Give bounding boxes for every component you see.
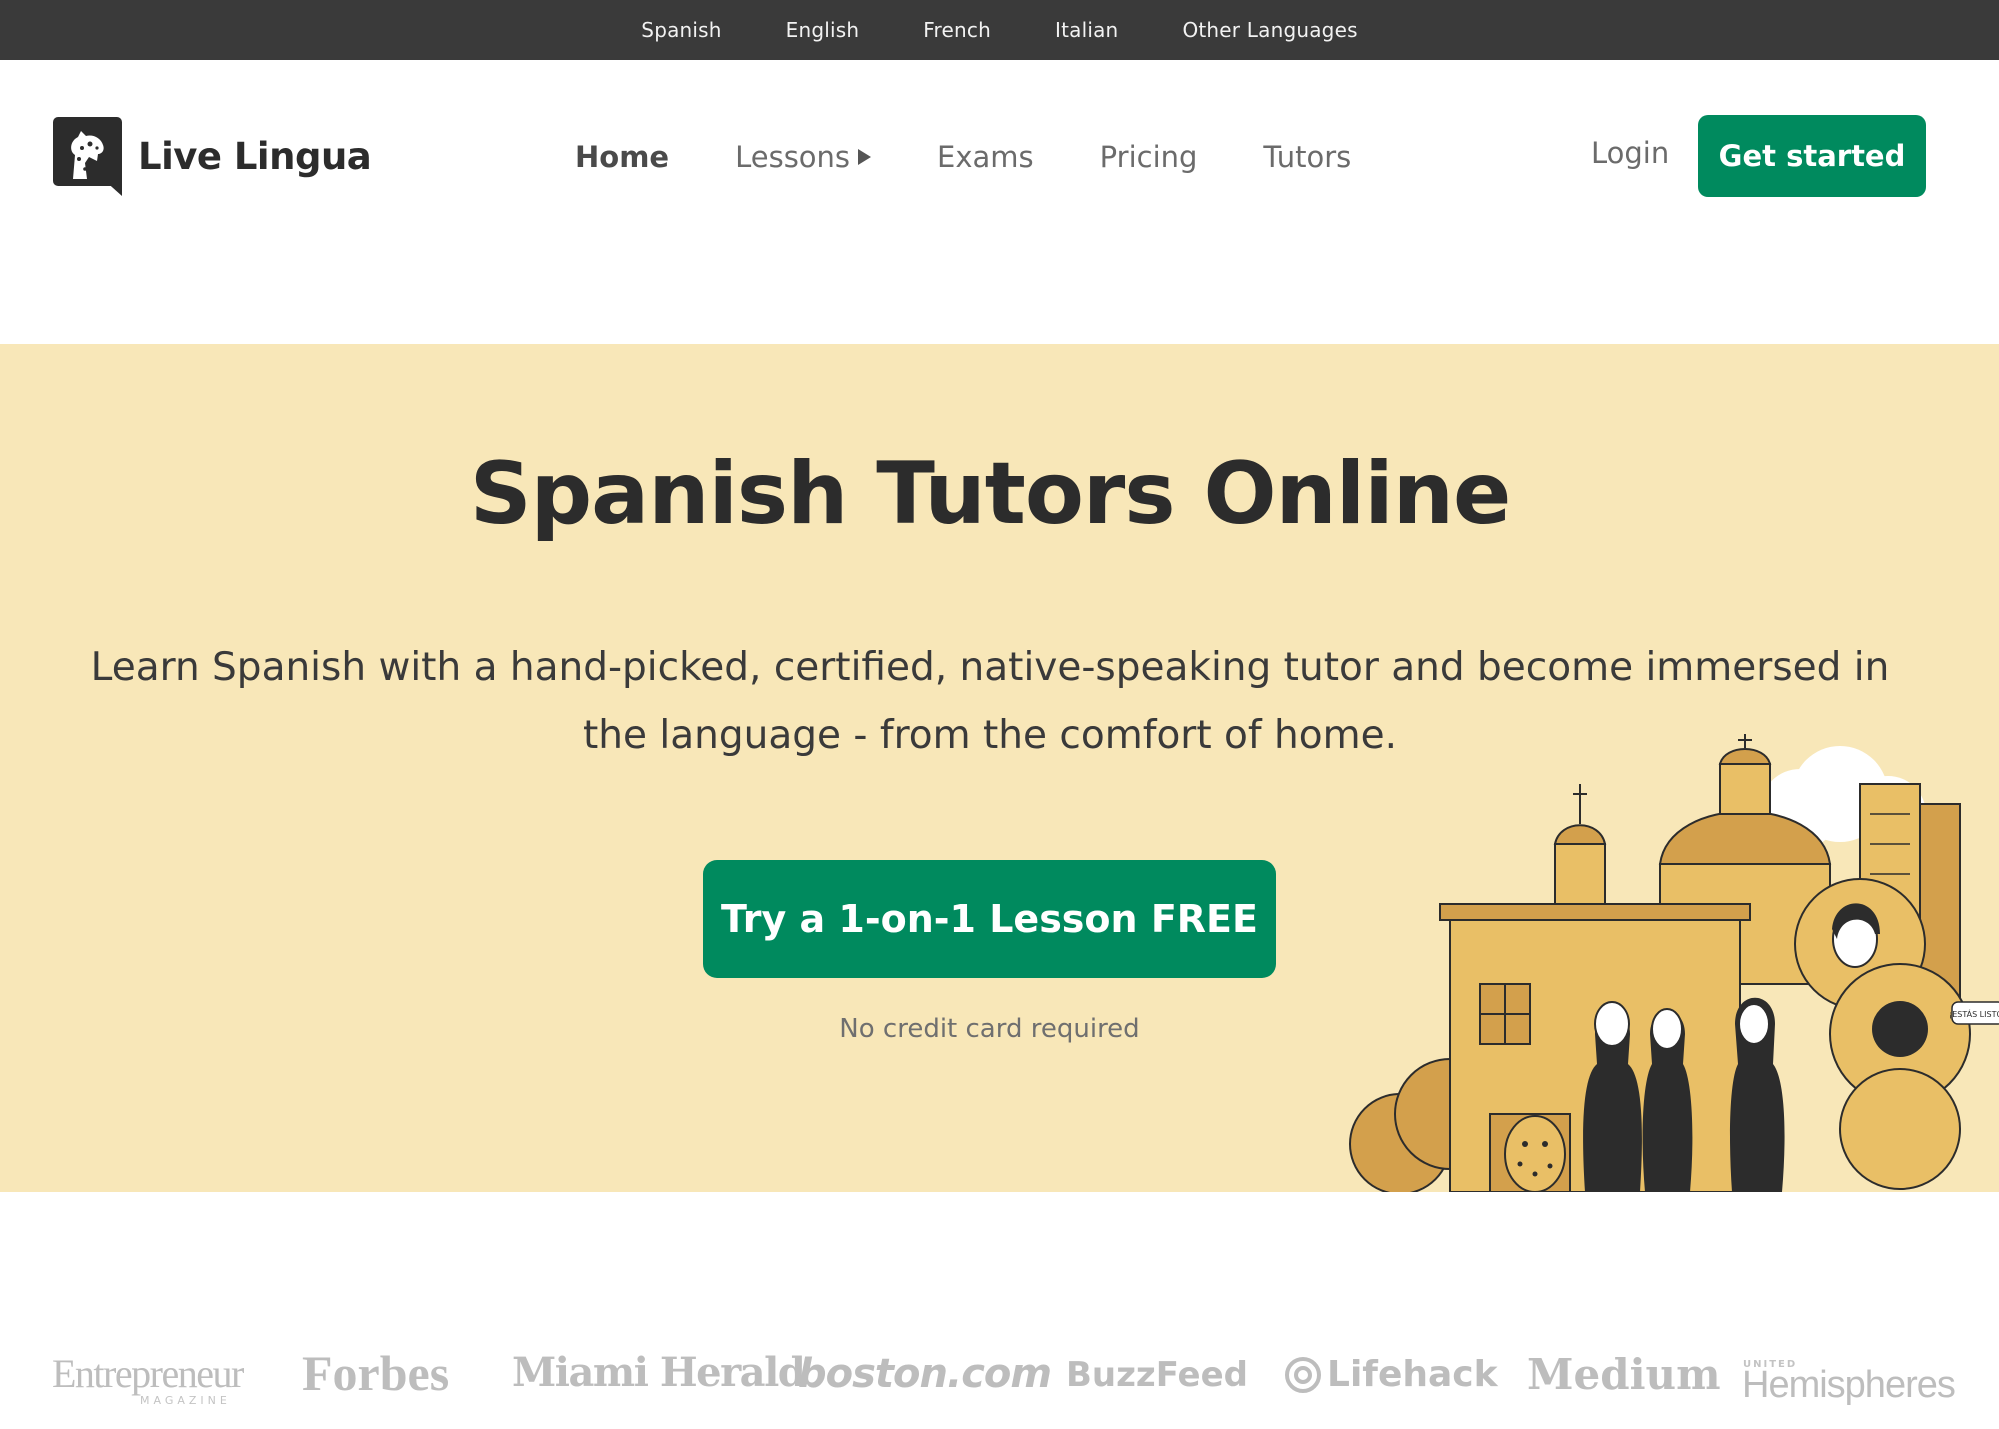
city-people-illustration: ¡ESTÁS LISTO? — [1349, 734, 1999, 1192]
language-link-french[interactable]: French — [923, 18, 991, 42]
press-logo-hemispheres: Hemispheres — [1742, 1364, 1956, 1406]
site-header: Live Lingua Home Lessons Exams Pricing T… — [0, 60, 1999, 344]
speech-bubble-text: ¡ESTÁS LISTO? — [1949, 1008, 1999, 1019]
free-lesson-button[interactable]: Try a 1-on-1 Lesson FREE — [703, 860, 1276, 978]
press-logo-buzzfeed: BuzzFeed — [1066, 1355, 1249, 1395]
language-bar: Spanish English French Italian Other Lan… — [0, 0, 1999, 60]
logo-text: Live Lingua — [138, 135, 372, 178]
get-started-button[interactable]: Get started — [1698, 115, 1926, 197]
hero-section: Spanish Tutors Online Learn Spanish with… — [0, 344, 1999, 1192]
hero-title: Spanish Tutors Online — [469, 444, 1512, 544]
people-group — [1583, 997, 1785, 1192]
press-logo-entrepreneur-sub: MAGAZINE — [140, 1394, 231, 1407]
press-logo-medium: Medium — [1527, 1350, 1721, 1399]
no-credit-card-note: No credit card required — [839, 1014, 1140, 1044]
nav-lessons-label: Lessons — [735, 140, 851, 174]
logo[interactable]: Live Lingua — [53, 117, 372, 196]
press-logos: Entrepreneur MAGAZINE Forbes Miami Heral… — [0, 1192, 1999, 1429]
press-logo-lifehack: Lifehack — [1285, 1357, 1498, 1393]
language-link-english[interactable]: English — [786, 18, 860, 42]
nav-lessons[interactable]: Lessons — [735, 140, 872, 174]
language-link-italian[interactable]: Italian — [1055, 18, 1118, 42]
nav-tutors[interactable]: Tutors — [1263, 140, 1351, 174]
jaguar-figure — [1504, 1115, 1566, 1192]
press-logo-forbes: Forbes — [302, 1345, 450, 1401]
jaguar-logo-icon — [53, 117, 122, 196]
login-link[interactable]: Login — [1591, 136, 1669, 170]
lifehack-text: Lifehack — [1327, 1354, 1498, 1395]
nav-pricing[interactable]: Pricing — [1100, 140, 1198, 174]
nav-exams[interactable]: Exams — [937, 140, 1034, 174]
lifehack-icon — [1285, 1357, 1321, 1393]
nav-home[interactable]: Home — [575, 140, 669, 174]
main-nav: Home Lessons Exams Pricing Tutors — [575, 132, 1417, 182]
language-link-other[interactable]: Other Languages — [1182, 18, 1357, 42]
caret-right-icon — [858, 149, 872, 165]
language-link-spanish[interactable]: Spanish — [641, 18, 721, 42]
press-logo-miami-herald: Miami Herald — [512, 1349, 806, 1396]
press-logo-entrepreneur: Entrepreneur — [52, 1351, 244, 1396]
press-logo-boston: boston.com — [798, 1351, 1052, 1397]
